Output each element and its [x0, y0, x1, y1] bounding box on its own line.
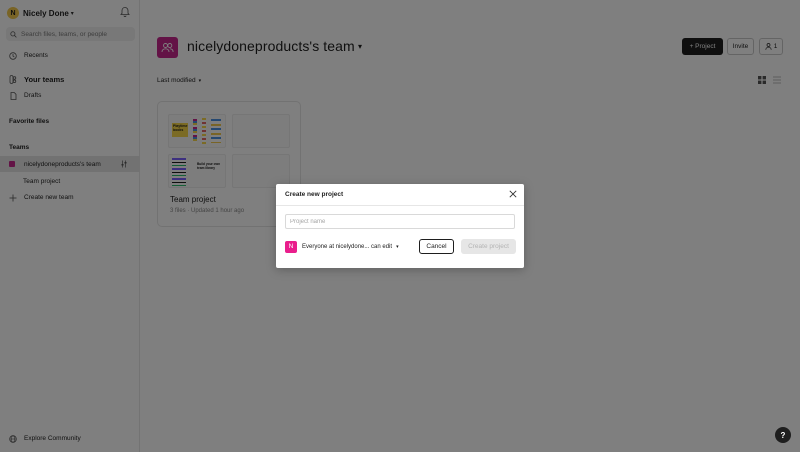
permission-label: Everyone at nicelydone... can edit — [302, 243, 393, 250]
chevron-down-icon: ▾ — [396, 243, 399, 250]
divider — [276, 205, 524, 206]
dialog-title: Create new project — [285, 191, 344, 198]
cancel-button[interactable]: Cancel — [419, 239, 454, 254]
org-avatar: N — [285, 240, 297, 253]
create-project-dialog: Create new project N Everyone at nicelyd… — [276, 184, 524, 268]
project-name-input[interactable] — [285, 214, 515, 229]
create-project-button[interactable]: Create project — [461, 239, 516, 254]
close-icon[interactable] — [509, 190, 517, 198]
permission-dropdown[interactable]: N Everyone at nicelydone... can edit ▾ — [285, 240, 399, 253]
help-button[interactable]: ? — [775, 427, 791, 443]
